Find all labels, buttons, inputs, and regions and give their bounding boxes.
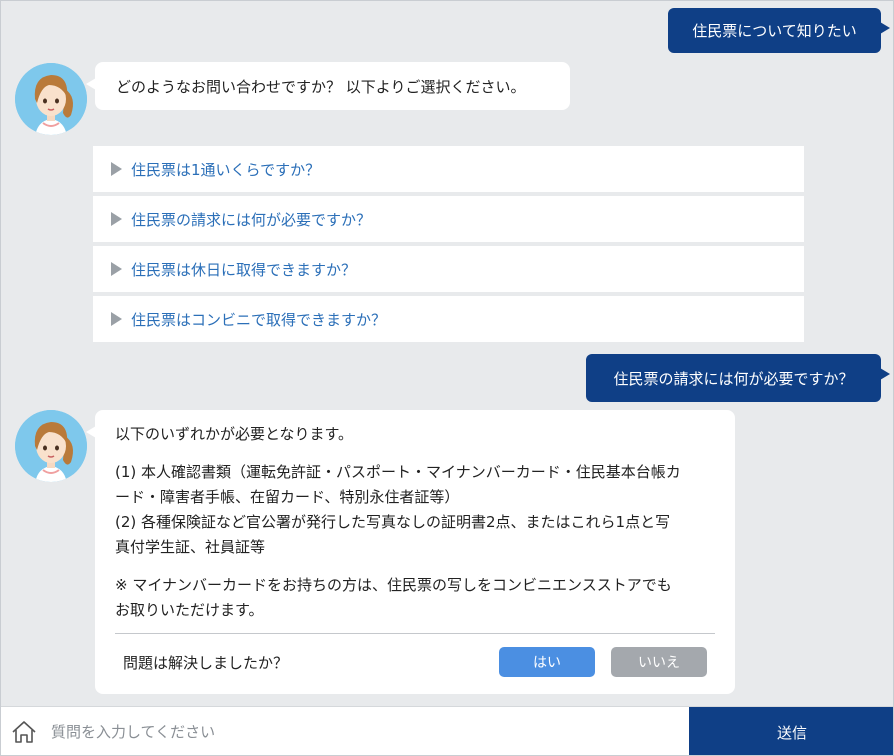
question-input[interactable] (51, 715, 681, 749)
choice-label: 住民票は休日に取得できますか？ (131, 260, 357, 279)
choice-item[interactable]: 住民票はコンビニで取得できますか？ (93, 296, 804, 342)
bot-message: どのようなお問い合わせですか？ 以下よりご選択ください。 (86, 62, 570, 110)
user-message: 住民票の請求には何が必要ですか？ (586, 354, 890, 402)
bot-avatar (15, 410, 87, 482)
user-message-text: 住民票について知りたい (692, 22, 857, 40)
yes-button[interactable]: はい (499, 647, 595, 677)
choice-item[interactable]: 住民票は休日に取得できますか？ (93, 246, 804, 292)
answer-note-line-1: ※ マイナンバーカードをお持ちの方は、住民票の写しをコンビニエンスストアでも (115, 576, 672, 594)
play-triangle-icon (111, 312, 122, 326)
choice-label: 住民票の請求には何が必要ですか？ (131, 210, 372, 229)
chat-window: 住民票について知りたい どのようなお問い合わせですか？ 以下よりご選択ください。… (0, 0, 894, 756)
bot-message-text: どのようなお問い合わせですか？ 以下よりご選択ください。 (116, 77, 526, 96)
send-button[interactable]: 送信 (689, 707, 893, 755)
answer-note-line-2: お取りいただけます。 (115, 601, 264, 619)
answer-item-2-line-1: (2) 各種保険証など官公署が発行した写真なしの証明書2点、またはこれら1点と写 (115, 513, 671, 531)
answer-body: 以下のいずれかが必要となります。 (1) 本人確認書類（運転免許証・パスポート・… (115, 422, 715, 623)
answer-item-2-line-2: 真付学生証、社員証等 (115, 538, 266, 556)
play-triangle-icon (111, 162, 122, 176)
send-button-label: 送信 (776, 724, 807, 742)
bot-answer: 以下のいずれかが必要となります。 (1) 本人確認書類（運転免許証・パスポート・… (86, 410, 735, 694)
no-button[interactable]: いいえ (611, 647, 707, 677)
answer-intro: 以下のいずれかが必要となります。 (115, 425, 354, 443)
choice-label: 住民票は1通いくらですか？ (131, 160, 321, 179)
no-button-label: いいえ (638, 655, 680, 671)
bot-avatar (15, 63, 87, 135)
feedback-question: 問題は解決しましたか？ (123, 653, 289, 672)
choice-label: 住民票はコンビニで取得できますか？ (131, 310, 387, 329)
yes-button-label: はい (533, 655, 561, 671)
choice-list: 住民票は1通いくらですか？ 住民票の請求には何が必要ですか？ 住民票は休日に取得… (93, 146, 804, 346)
answer-item-1-line-2: ード・障害者手帳、在留カード、特別永住者証等） (115, 488, 460, 506)
operator-avatar-icon (15, 63, 87, 135)
choice-item[interactable]: 住民票は1通いくらですか？ (93, 146, 804, 192)
feedback-row: 問題は解決しましたか？ はい いいえ (115, 634, 715, 690)
home-icon[interactable] (11, 719, 37, 745)
play-triangle-icon (111, 212, 122, 226)
user-message-text: 住民票の請求には何が必要ですか？ (613, 369, 854, 388)
choice-item[interactable]: 住民票の請求には何が必要ですか？ (93, 196, 804, 242)
operator-avatar-icon (15, 410, 87, 482)
input-bar: 送信 (1, 706, 893, 755)
user-message: 住民票について知りたい (668, 8, 890, 53)
play-triangle-icon (111, 262, 122, 276)
answer-item-1-line-1: (1) 本人確認書類（運転免許証・パスポート・マイナンバーカード・住民基本台帳カ (115, 463, 681, 481)
